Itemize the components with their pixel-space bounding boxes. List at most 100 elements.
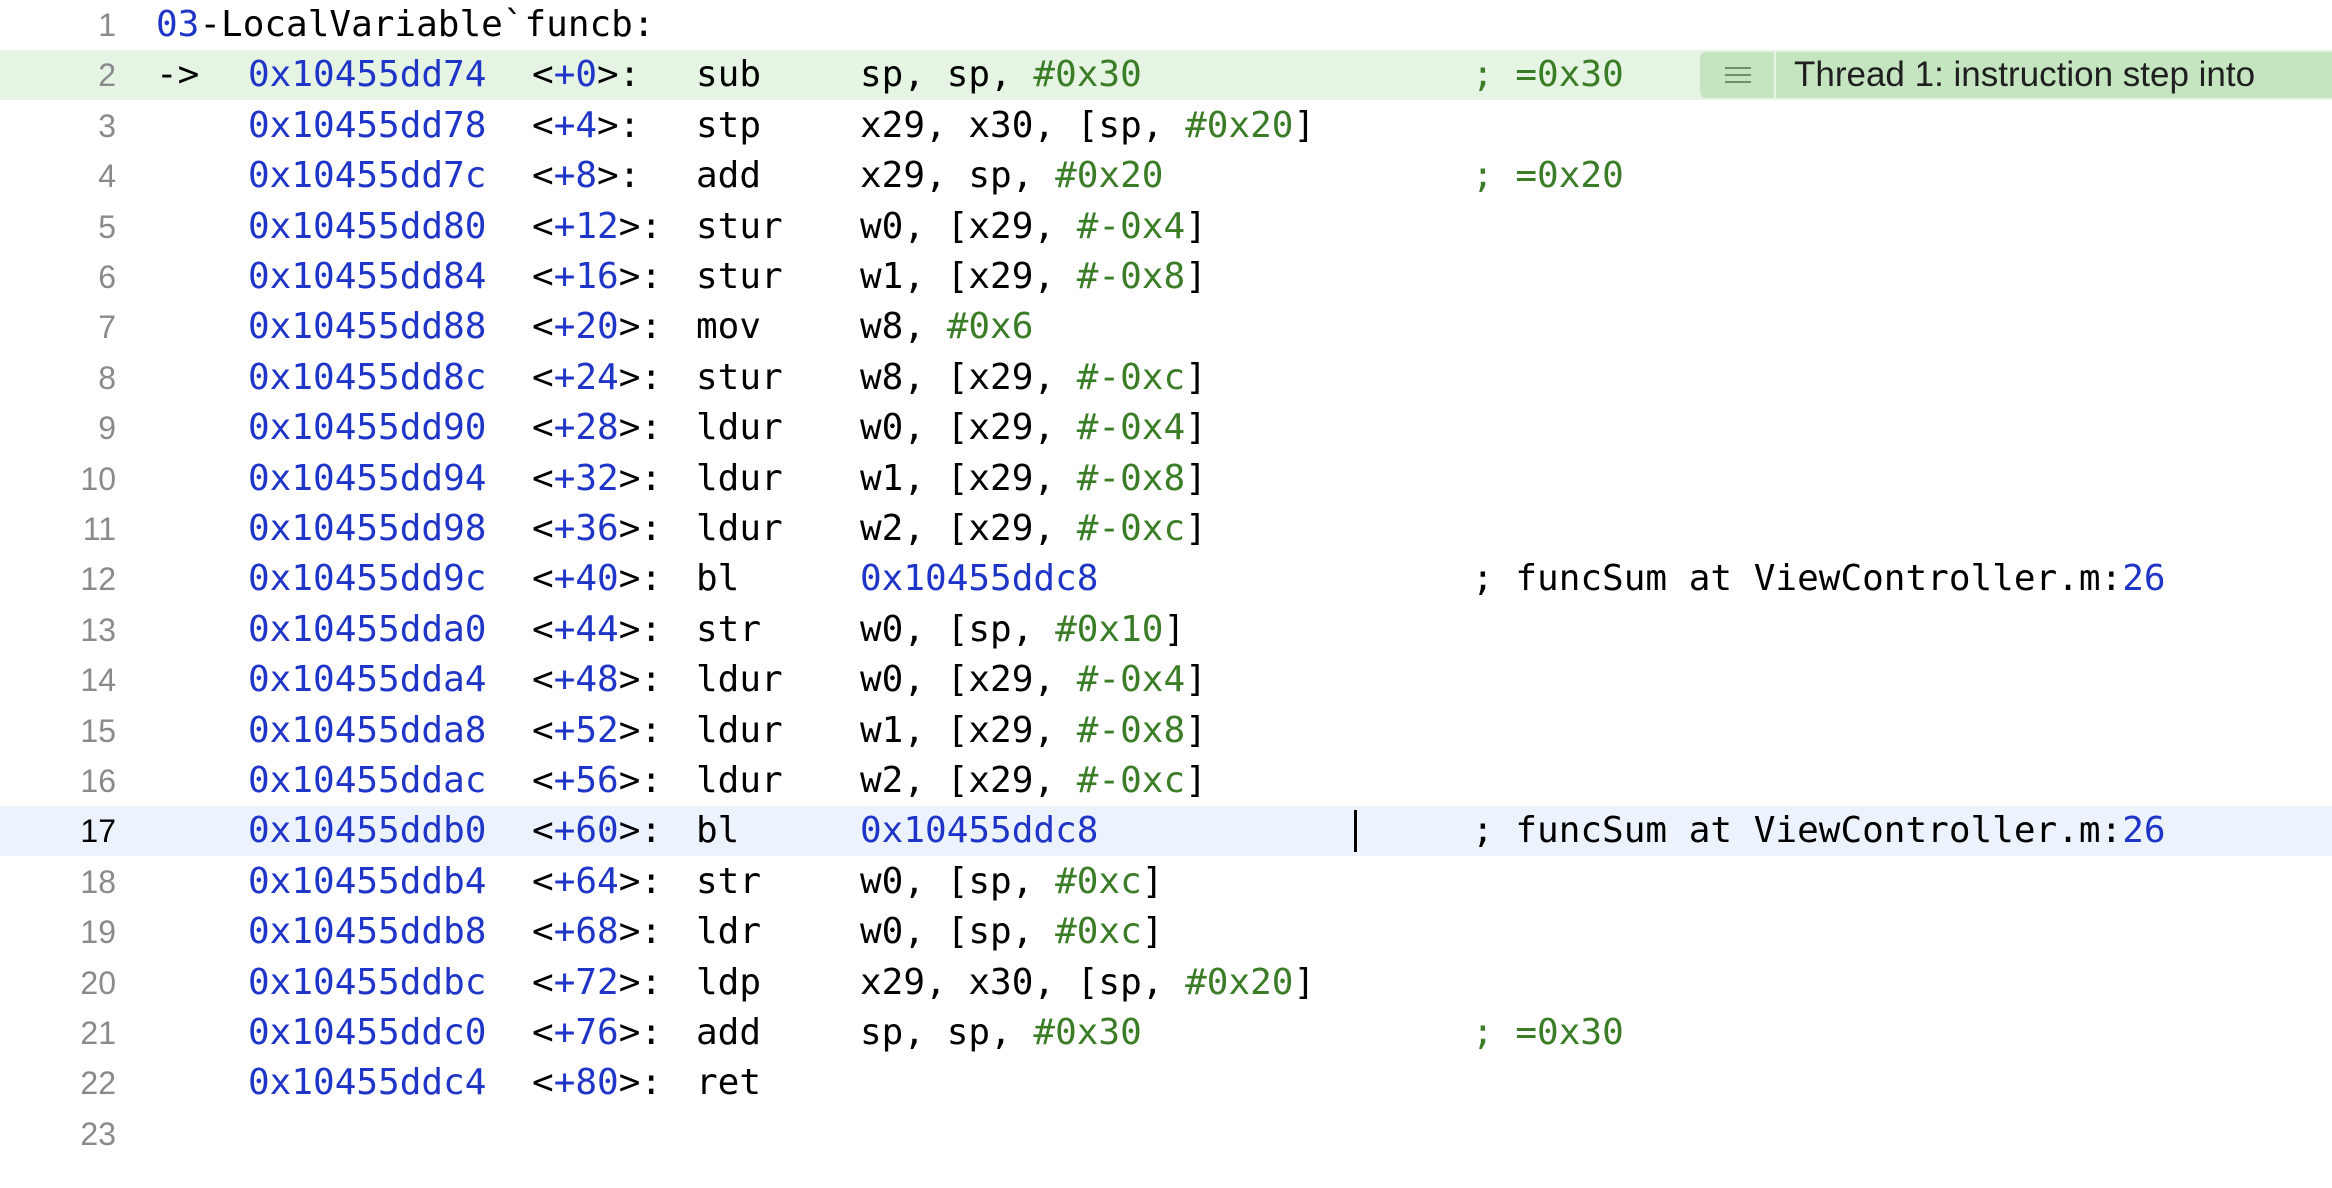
instruction-mnemonic: ldur — [696, 407, 783, 449]
instruction-mnemonic: mov — [696, 306, 762, 348]
instruction-mnemonic: bl — [696, 810, 740, 852]
instruction-address: 0x10455dd98 — [248, 508, 487, 549]
instruction-operands: w1, [x29, #-0x8] — [860, 252, 1207, 302]
instruction-line[interactable]: 20 0x10455ddbc <+72>: ldp x29, x30, [sp, #0x… — [0, 958, 2332, 1008]
instruction-line[interactable]: 19 0x10455ddb8 <+68>: ldr w0, [sp, #0xc] — [0, 907, 2332, 957]
operand-token: sp, sp, — [860, 1012, 1034, 1053]
thread-status-text: Thread 1: instruction step into — [1794, 55, 2256, 95]
instruction-line[interactable]: 16 0x10455ddac <+56>: ldur w2, [x29, #-0xc] — [0, 756, 2332, 806]
operand-token: #-0x4 — [1076, 659, 1186, 701]
instruction-offset: <+12>: — [532, 205, 663, 247]
function-name: -LocalVariable`funcb: — [199, 4, 655, 45]
module-prefix: 03 — [156, 4, 200, 45]
instruction-address: 0x10455dda0 — [248, 608, 487, 650]
instruction-line[interactable]: 18 0x10455ddb4 <+64>: str w0, [sp, #0xc] — [0, 857, 2332, 907]
instruction-address: 0x10455dd8c — [248, 356, 487, 398]
instruction-offset: <+0>: — [532, 54, 641, 96]
instruction-mnemonic: ldur — [696, 709, 783, 751]
thread-status-banner[interactable]: Thread 1: instruction step into — [1700, 52, 2332, 99]
line-number: 14 — [80, 662, 116, 699]
instruction-line[interactable]: 9 0x10455dd90 <+28>: ldur w0, [x29, #-0x4] — [0, 403, 2332, 453]
comment-token — [1494, 1012, 1516, 1053]
instruction-comment: ; funcSum at ViewController.m:26 — [1472, 554, 2166, 604]
instruction-offset: <+48>: — [532, 659, 663, 701]
operand-token: #0xc — [1055, 860, 1142, 902]
source-line-header[interactable]: 1 03-LocalVariable`funcb: — [0, 0, 2332, 50]
line-number: 4 — [98, 158, 116, 195]
operand-token: ] — [1185, 205, 1207, 247]
instruction-line[interactable]: 2 -> 0x10455dd74 <+0>: sub sp, sp, #0x30; =0x… — [0, 50, 2332, 101]
instruction-operands: w1, [x29, #-0x8] — [860, 706, 1207, 756]
operand-token: ] — [1185, 356, 1207, 398]
instruction-offset: <+32>: — [532, 457, 663, 499]
instruction-line[interactable]: 5 0x10455dd80 <+12>: stur w0, [x29, #-0x4] — [0, 202, 2332, 252]
instruction-line[interactable]: 15 0x10455dda8 <+52>: ldur w1, [x29, #-0x8] — [0, 706, 2332, 756]
instruction-offset: <+8>: — [532, 155, 641, 197]
operand-token: #0x30 — [1033, 1012, 1142, 1053]
instruction-offset: <+16>: — [532, 256, 663, 297]
instruction-address: 0x10455dd80 — [248, 205, 487, 247]
instruction-operands: w8, [x29, #-0xc] — [860, 353, 1207, 403]
instruction-offset: <+40>: — [532, 558, 663, 600]
offset-value: +20 — [553, 306, 619, 348]
instruction-operands: x29, sp, #0x20 — [860, 151, 1163, 201]
operand-token: #0x20 — [1185, 104, 1294, 146]
line-number: 21 — [80, 1015, 116, 1051]
comment-token: ; — [1472, 155, 1494, 197]
instruction-line[interactable]: 3 0x10455dd78 <+4>: stp x29, x30, [sp, #0x20… — [0, 101, 2332, 151]
instruction-mnemonic: ldr — [696, 911, 762, 953]
instruction-line[interactable]: 21 0x10455ddc0 <+76>: add sp, sp, #0x30; =0x… — [0, 1008, 2332, 1058]
instruction-address: 0x10455dd84 — [248, 256, 487, 297]
instruction-operands: w1, [x29, #-0x8] — [860, 454, 1207, 504]
operand-token: w1, [x29, — [860, 256, 1077, 297]
instruction-line[interactable]: 17 0x10455ddb0 <+60>: bl 0x10455ddc8 ; funcSu… — [0, 806, 2332, 857]
operand-token: #0x20 — [1055, 155, 1164, 197]
empty-line[interactable]: 23 — [0, 1109, 2332, 1159]
disassembly-editor[interactable]: 1 03-LocalVariable`funcb: 2 -> 0x10455dd74… — [0, 0, 2332, 1188]
offset-value: +12 — [553, 205, 619, 247]
instruction-line[interactable]: 6 0x10455dd84 <+16>: stur w1, [x29, #-0x8] — [0, 252, 2332, 302]
operand-token: w1, [x29, — [860, 457, 1077, 499]
instruction-offset: <+60>: — [532, 810, 663, 852]
operand-token: #-0x4 — [1076, 205, 1186, 247]
operand-token: w2, [x29, — [860, 508, 1077, 549]
instruction-offset: <+20>: — [532, 306, 663, 348]
list-lines-icon[interactable] — [1700, 52, 1776, 99]
instruction-operands: x29, x30, [sp, #0x20] — [860, 958, 1315, 1008]
instruction-mnemonic: bl — [696, 558, 740, 600]
instruction-line[interactable]: 13 0x10455dda0 <+44>: str w0, [sp, #0x10] — [0, 605, 2332, 655]
operand-token: 0x10455ddc8 — [860, 558, 1099, 600]
operand-token: ] — [1293, 104, 1316, 146]
instruction-mnemonic: stur — [696, 356, 783, 398]
instruction-line[interactable]: 4 0x10455dd7c <+8>: add x29, sp, #0x20; =0x2… — [0, 151, 2332, 201]
instruction-line[interactable]: 12 0x10455dd9c <+40>: bl 0x10455ddc8 ; funcSu… — [0, 554, 2332, 604]
instruction-line[interactable]: 14 0x10455dda4 <+48>: ldur w0, [x29, #-0x4] — [0, 655, 2332, 705]
operand-token: #-0x8 — [1076, 457, 1186, 499]
instruction-mnemonic: stur — [696, 256, 783, 297]
instruction-mnemonic: add — [696, 155, 762, 197]
comment-token: ; funcSum at ViewController.m: — [1472, 810, 2123, 852]
line-number: 13 — [80, 611, 116, 648]
offset-value: +56 — [553, 760, 619, 801]
offset-value: +28 — [553, 407, 619, 449]
instruction-line[interactable]: 10 0x10455dd94 <+32>: ldur w1, [x29, #-0x8] — [0, 454, 2332, 504]
instruction-address: 0x10455ddc0 — [248, 1012, 487, 1053]
function-header: 03-LocalVariable`funcb: — [156, 0, 655, 50]
offset-value: +32 — [553, 457, 619, 499]
operand-token: x29, x30, [sp, — [860, 961, 1186, 1003]
instruction-line[interactable]: 7 0x10455dd88 <+20>: mov w8, #0x6 — [0, 302, 2332, 352]
instruction-line[interactable]: 11 0x10455dd98 <+36>: ldur w2, [x29, #-0xc] — [0, 504, 2332, 554]
line-number: 12 — [80, 561, 116, 598]
instruction-line[interactable]: 8 0x10455dd8c <+24>: stur w8, [x29, #-0xc] — [0, 353, 2332, 403]
operand-token: ] — [1185, 457, 1207, 499]
comment-token — [1494, 155, 1516, 196]
instruction-line[interactable]: 22 0x10455ddc4 <+80>: ret — [0, 1058, 2332, 1108]
operand-token: #-0x8 — [1076, 709, 1186, 751]
line-number: 16 — [80, 763, 116, 799]
operand-token: #-0x4 — [1076, 407, 1186, 449]
offset-value: +76 — [553, 1012, 619, 1053]
instruction-mnemonic: ret — [696, 1062, 762, 1104]
offset-value: +80 — [553, 1062, 619, 1104]
instruction-address: 0x10455dd90 — [248, 407, 487, 449]
operand-token: sp, sp, — [860, 54, 1034, 96]
